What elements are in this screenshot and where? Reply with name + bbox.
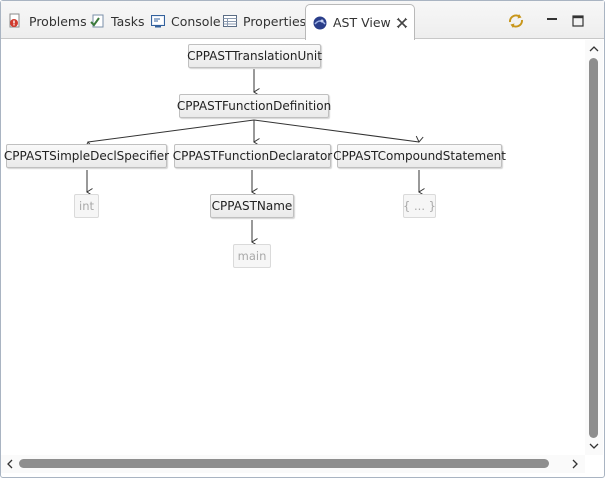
node-label: int [79, 199, 94, 213]
node-label: CPPASTTranslationUnit [187, 49, 322, 63]
node-label: CPPASTSimpleDeclSpecifier [3, 149, 170, 163]
edge [84, 119, 255, 149]
ast-leaf-int[interactable]: int [74, 194, 99, 218]
sync-icon[interactable] [506, 11, 526, 31]
ast-graph-canvas[interactable]: CPPASTTranslationUnit CPPASTFunctionDefi… [1, 40, 585, 455]
tab-console[interactable]: Console [146, 6, 221, 36]
tab-label: Properties [243, 13, 307, 29]
node-label: CPPASTName [211, 199, 293, 213]
vertical-scroll-thumb[interactable] [589, 58, 598, 438]
ast-node-compound-statement[interactable]: CPPASTCompoundStatement [333, 144, 506, 168]
tab-ast-view[interactable]: AST View [305, 4, 415, 40]
tab-properties[interactable]: Properties [218, 6, 306, 36]
tab-label: Console [171, 13, 221, 29]
scroll-right-icon[interactable] [569, 458, 581, 472]
node-label: CPPASTCompoundStatement [333, 149, 506, 163]
ast-view-icon [312, 15, 328, 31]
view-tab-bar: Problems Tasks Console Properties AST Vi… [1, 1, 604, 40]
node-label: CPPASTFunctionDefinition [176, 99, 332, 113]
vertical-scrollbar[interactable] [585, 40, 603, 455]
node-label: { ... } [403, 199, 436, 213]
horizontal-scrollbar[interactable] [1, 455, 585, 473]
console-icon [150, 13, 166, 29]
ast-node-function-declarator[interactable]: CPPASTFunctionDeclarator [172, 144, 333, 168]
tab-label: Tasks [111, 13, 145, 29]
scroll-left-icon[interactable] [4, 458, 16, 472]
edge [253, 119, 424, 143]
scroll-down-icon[interactable] [588, 440, 600, 454]
ast-node-function-definition[interactable]: CPPASTFunctionDefinition [176, 94, 332, 118]
tasks-icon [90, 13, 106, 29]
scroll-up-icon[interactable] [588, 43, 600, 57]
node-label: main [237, 249, 267, 263]
ast-node-name[interactable]: CPPASTName [210, 194, 294, 218]
close-icon[interactable] [396, 17, 408, 29]
ast-leaf-main[interactable]: main [233, 244, 271, 268]
ast-node-translation-unit[interactable]: CPPASTTranslationUnit [187, 44, 322, 68]
problems-icon [8, 13, 24, 29]
ast-node-simple-decl-specifier[interactable]: CPPASTSimpleDeclSpecifier [3, 144, 170, 168]
tab-label: AST View [333, 15, 391, 30]
tab-label: Problems [29, 13, 87, 29]
properties-icon [222, 13, 238, 29]
ast-leaf-compound-body[interactable]: { ... } [403, 194, 436, 218]
tab-tasks[interactable]: Tasks [86, 6, 145, 36]
maximize-icon[interactable] [568, 11, 588, 31]
tab-problems[interactable]: Problems [4, 6, 87, 36]
horizontal-scroll-thumb[interactable] [19, 459, 549, 468]
node-label: CPPASTFunctionDeclarator [172, 149, 333, 163]
minimize-icon[interactable] [542, 11, 562, 31]
